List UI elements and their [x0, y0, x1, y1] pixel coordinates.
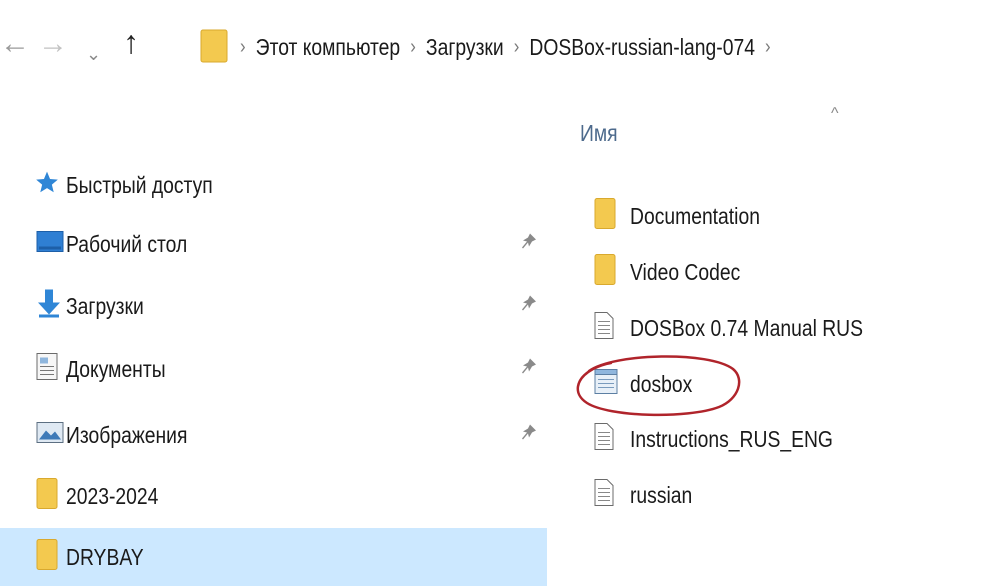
sidebar-item-label: Загрузки [66, 292, 144, 319]
back-button[interactable]: ← [0, 24, 30, 64]
text-file-icon [594, 312, 614, 345]
file-name: Instructions_RUS_ENG [630, 425, 833, 452]
folder-icon [36, 539, 58, 576]
file-name: dosbox [630, 370, 693, 397]
pin-icon[interactable] [521, 295, 537, 318]
file-name: russian [630, 481, 693, 508]
column-header-name[interactable]: Имя [580, 120, 618, 147]
forward-button[interactable]: → [38, 24, 68, 64]
sidebar-item-label: Документы [66, 355, 166, 382]
file-name: DOSBox 0.74 Manual RUS [630, 314, 864, 341]
file-row-documentation[interactable]: Documentation [578, 188, 993, 244]
pin-icon[interactable] [521, 358, 537, 381]
config-file-icon [594, 369, 618, 400]
text-file-icon [594, 423, 614, 456]
recent-locations-button[interactable]: ⌄ [86, 34, 101, 74]
breadcrumb-separator[interactable]: › [410, 36, 416, 59]
up-button[interactable]: ↑ [123, 22, 139, 62]
sidebar-item-2023-2024[interactable]: 2023-2024 [0, 467, 547, 525]
sidebar-item-downloads[interactable]: Загрузки [0, 277, 547, 335]
sidebar-item-label: Быстрый доступ [66, 171, 213, 198]
file-row-instructions[interactable]: Instructions_RUS_ENG [578, 411, 993, 467]
documents-icon [36, 353, 58, 386]
star-icon [34, 170, 60, 201]
file-row-video-codec[interactable]: Video Codec [578, 244, 993, 300]
folder-icon [594, 254, 616, 291]
sidebar-item-label: DRYBAY [66, 543, 144, 570]
file-name: Video Codec [630, 258, 741, 285]
breadcrumb-this-pc[interactable]: Этот компьютер [256, 34, 400, 61]
pin-icon[interactable] [521, 233, 537, 256]
download-arrow-icon [36, 289, 62, 324]
folder-icon [36, 478, 58, 515]
file-name: Documentation [630, 202, 760, 229]
breadcrumb: › Этот компьютер › Загрузки › DOSBox-rus… [240, 30, 781, 64]
folder-icon [594, 198, 616, 235]
file-row-russian[interactable]: russian [578, 467, 993, 523]
pin-icon[interactable] [521, 424, 537, 447]
sidebar-item-drybay[interactable]: DRYBAY [0, 528, 547, 586]
breadcrumb-current-folder[interactable]: DOSBox-russian-lang-074 [529, 34, 755, 61]
sidebar-item-label: 2023-2024 [66, 482, 159, 509]
sidebar-item-label: Рабочий стол [66, 230, 188, 257]
sidebar-item-quick-access[interactable]: Быстрый доступ [0, 156, 547, 214]
sidebar-item-documents[interactable]: Документы [0, 340, 547, 398]
file-row-dosbox[interactable]: dosbox [578, 356, 993, 412]
sidebar-item-desktop[interactable]: Рабочий стол [0, 215, 547, 273]
breadcrumb-separator[interactable]: › [514, 36, 520, 59]
sidebar-item-label: Изображения [66, 421, 188, 448]
file-row-dosbox-manual[interactable]: DOSBox 0.74 Manual RUS [578, 300, 993, 356]
breadcrumb-separator[interactable]: › [765, 36, 771, 59]
text-file-icon [594, 479, 614, 512]
breadcrumb-downloads[interactable]: Загрузки [426, 34, 504, 61]
folder-icon [200, 28, 228, 69]
breadcrumb-separator[interactable]: › [240, 36, 246, 59]
desktop-icon [36, 230, 64, 259]
pictures-icon [36, 422, 64, 449]
sidebar-item-pictures[interactable]: Изображения [0, 406, 547, 464]
sort-caret-icon: ^ [831, 105, 839, 122]
